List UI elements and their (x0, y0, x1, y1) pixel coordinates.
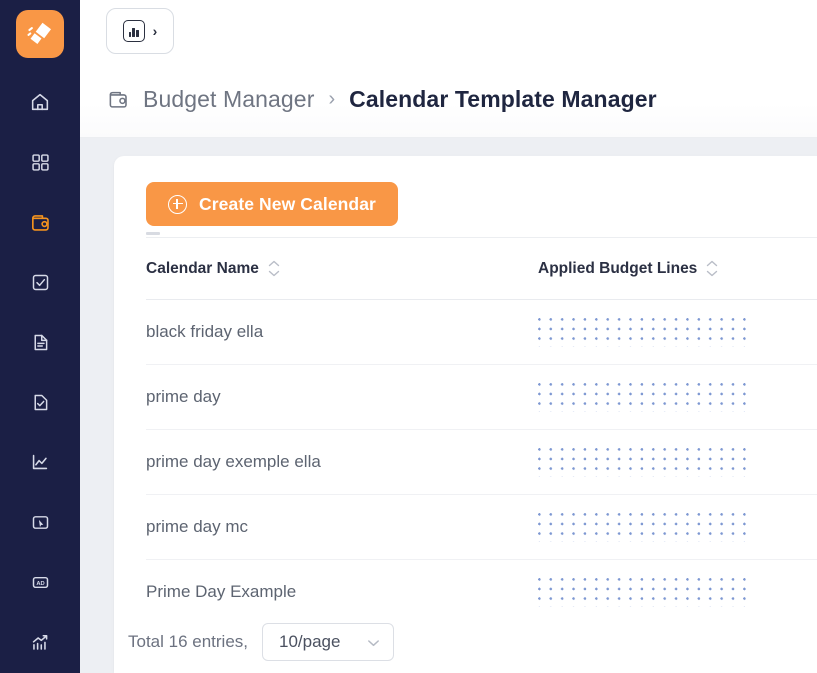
create-new-calendar-label: Create New Calendar (199, 193, 376, 214)
megaphone-logo-icon (27, 22, 51, 44)
sidebar-item-analytics[interactable] (0, 432, 80, 492)
sort-toggle-calendar-name[interactable] (268, 260, 280, 277)
breadcrumb-parent[interactable]: Budget Manager (143, 86, 314, 113)
sidebar: AD (0, 0, 80, 673)
calendar-table: Calendar Name Applied Budget Lines black… (114, 226, 817, 611)
breadcrumb-separator-icon: › (328, 88, 336, 110)
chevron-up-icon (706, 260, 718, 267)
wallet-icon (109, 91, 127, 108)
loading-placeholder (538, 577, 753, 607)
table-row[interactable]: prime day (146, 365, 817, 430)
sidebar-item-budget-manager[interactable] (0, 192, 80, 252)
page-title: Calendar Template Manager (349, 86, 657, 112)
chevron-down-icon (367, 636, 380, 649)
chevron-down-icon (268, 270, 280, 277)
total-entries-label: Total 16 entries, (128, 632, 249, 651)
cell-calendar-name: prime day exemple ella (146, 452, 321, 471)
plus-circle-icon (168, 194, 187, 214)
workspace-switcher-button[interactable]: › (106, 8, 174, 54)
cell-applied-budget-lines (538, 382, 817, 412)
column-header-calendar-name[interactable]: Calendar Name (146, 260, 538, 278)
sidebar-item-ads[interactable]: AD (0, 552, 80, 612)
app-logo[interactable] (16, 10, 64, 58)
cell-applied-budget-lines (538, 577, 817, 607)
bar-chart-icon (122, 20, 145, 42)
cell-applied-budget-lines (538, 317, 817, 347)
table-row[interactable]: prime day exemple ella (146, 430, 817, 495)
sidebar-item-campaigns[interactable] (0, 492, 80, 552)
top-bar: › (80, 0, 817, 62)
sidebar-item-reports[interactable] (0, 312, 80, 372)
cell-applied-budget-lines (538, 447, 817, 477)
checkbox-square-icon (32, 274, 48, 290)
create-new-calendar-button[interactable]: Create New Calendar (146, 182, 398, 226)
sidebar-item-performance[interactable] (0, 612, 80, 672)
page-size-value: 10/page (279, 632, 341, 651)
cell-calendar-name: prime day (146, 387, 221, 406)
loading-placeholder (538, 512, 753, 542)
column-header-applied-budget-lines[interactable]: Applied Budget Lines (538, 260, 817, 278)
grid-icon (31, 153, 49, 171)
loading-placeholder (538, 382, 753, 412)
chevron-right-icon: › (152, 23, 158, 39)
column-header-calendar-name-label: Calendar Name (146, 259, 259, 277)
main-column: › Budget Manager › Calendar Template Man… (80, 0, 817, 673)
loading-placeholder (538, 317, 753, 347)
cell-calendar-name: black friday ella (146, 322, 264, 341)
table-header-row: Calendar Name Applied Budget Lines (146, 238, 817, 300)
app-root: AD › Budget Manager › Calendar Template … (0, 0, 817, 673)
wallet-icon (31, 214, 49, 231)
table-row[interactable]: prime day mc (146, 495, 817, 560)
page-body: Create New Calendar Calendar Name Applie… (80, 138, 817, 673)
cell-calendar-name: prime day mc (146, 517, 249, 536)
sidebar-nav: AD (0, 72, 80, 672)
breadcrumb: Budget Manager › Calendar Template Manag… (80, 62, 817, 138)
sidebar-item-tasks[interactable] (0, 252, 80, 312)
column-header-applied-budget-lines-label: Applied Budget Lines (538, 259, 698, 277)
cursor-box-icon (32, 515, 48, 529)
loading-placeholder (538, 447, 753, 477)
table-footer: Total 16 entries, 10/page (114, 611, 817, 673)
table-row[interactable]: Prime Day Example (146, 560, 817, 611)
sidebar-item-dashboard[interactable] (0, 132, 80, 192)
cell-applied-budget-lines (538, 512, 817, 542)
scrolled-row-remnant (146, 226, 817, 238)
bar-chart-trend-icon (32, 634, 48, 650)
chevron-up-icon (268, 260, 280, 267)
ad-icon: AD (32, 576, 48, 588)
sort-toggle-applied-budget-lines[interactable] (706, 260, 718, 277)
table-row[interactable]: black friday ella (146, 300, 817, 365)
cell-calendar-name: Prime Day Example (146, 582, 297, 601)
document-check-icon (34, 394, 47, 410)
svg-text:AD: AD (36, 580, 44, 586)
card-toolbar: Create New Calendar (114, 156, 817, 226)
home-icon (31, 93, 49, 111)
page-size-select[interactable]: 10/page (262, 623, 395, 661)
chevron-down-icon (706, 270, 718, 277)
sidebar-item-approvals[interactable] (0, 372, 80, 432)
sidebar-item-home[interactable] (0, 72, 80, 132)
content-card: Create New Calendar Calendar Name Applie… (114, 156, 817, 673)
document-icon (34, 334, 47, 350)
line-chart-icon (32, 454, 48, 470)
